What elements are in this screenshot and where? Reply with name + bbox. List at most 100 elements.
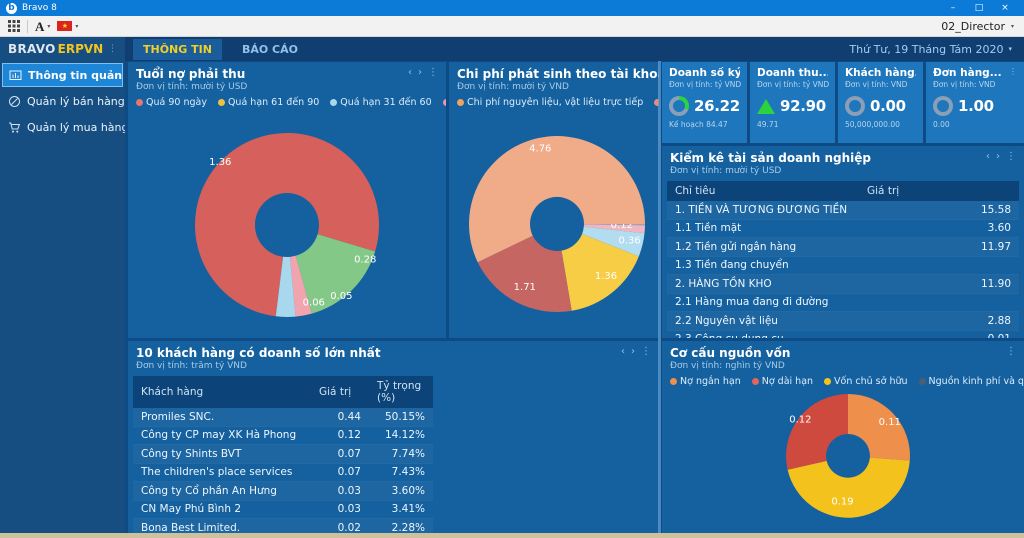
content-scrollbar[interactable] (658, 61, 661, 533)
sidebar-item-label: Quản lý mua hàng (27, 121, 129, 134)
kpi-card-don-hang[interactable]: Đơn hàng... ⋮ Đơn vị tính: VND 1.00 0.00 (926, 62, 1024, 143)
table-row[interactable]: The children's place services0.077.43% (133, 463, 433, 482)
next-page-icon[interactable]: › (996, 151, 1000, 163)
kpi-card-doanh-thu[interactable]: Doanh thu... ⋮ Đơn vị tính: tỷ VND 92.90… (750, 62, 835, 143)
table-row[interactable]: 2.2 Nguyên vật liệu2.88 (667, 312, 1019, 331)
legend-label: Quá hạn 31 đến 60 (340, 97, 431, 108)
panel-title: Cơ cấu nguồn vốn (670, 346, 790, 360)
table-row[interactable]: CN May Phú Bình 20.033.41% (133, 500, 433, 519)
panel-controls: ⋮ (1006, 346, 1016, 358)
donut-label: 0.05 (330, 291, 352, 302)
sidebar-menu-icon[interactable]: ⋮ (108, 44, 117, 54)
maximize-icon[interactable]: □ (966, 0, 992, 16)
kpi-card-doanh-so-ky[interactable]: Doanh số ký ⋮ Đơn vị tính: tỷ VND 26.22 … (662, 62, 747, 143)
kpi-menu-icon[interactable]: ⋮ (1006, 67, 1017, 76)
font-button[interactable]: A ▾ (35, 20, 50, 33)
font-icon: A (35, 20, 44, 33)
tab-bao-cao[interactable]: BÁO CÁO (232, 39, 308, 60)
close-icon[interactable]: × (992, 0, 1018, 16)
table-row[interactable]: 2.1 Hàng mua đang đi đường (667, 293, 1019, 312)
legend-item[interactable]: Quá hạn 1 đến 30 (443, 97, 446, 108)
donut-slice[interactable] (788, 458, 910, 518)
table-cell: 1.1 Tiền mặt (667, 219, 859, 238)
donut-label: 1.71 (514, 282, 536, 293)
prev-page-icon[interactable]: ‹ (986, 151, 990, 163)
window-title: Bravo 8 (22, 3, 57, 13)
sidebar-item-quan-ly-mua-hang[interactable]: Quản lý mua hàng (2, 115, 123, 139)
table-row[interactable]: 1.2 Tiền gửi ngân hàng11.97 (667, 238, 1019, 257)
panel-menu-icon[interactable]: ⋮ (428, 67, 438, 79)
panel-menu-icon[interactable]: ⋮ (641, 346, 651, 358)
column-header[interactable]: Chỉ tiêu (667, 181, 859, 201)
donut-label: 0.11 (879, 417, 901, 428)
legend-item[interactable]: Quá hạn 31 đến 60 (330, 97, 431, 108)
panel-unit: Đơn vị tính: mười tỷ USD (128, 81, 446, 92)
kpi-card-khach-hang[interactable]: Khách hàng... ⋮ Đơn vị tính: VND 0.00 50… (838, 62, 923, 143)
table-cell: 7.43% (369, 463, 433, 482)
column-header[interactable]: Giá trị (311, 376, 369, 408)
table-row[interactable]: Công ty Shints BVT0.077.74% (133, 445, 433, 464)
column-header[interactable]: Giá trị (859, 181, 1019, 201)
kpi-value: 0.00 (870, 97, 906, 115)
kpi-main: 92.90 (757, 96, 828, 116)
table-cell: 14.12% (369, 426, 433, 445)
panel-capital-structure: Cơ cấu nguồn vốn ⋮ Đơn vị tính: nghìn tỷ… (662, 341, 1024, 533)
date-selector[interactable]: Thứ Tư, 19 Tháng Tám 2020 ▾ (849, 43, 1016, 56)
table-row[interactable]: Bona Best Limited.0.022.28% (133, 519, 433, 534)
table-row[interactable]: 2. HÀNG TỒN KHO11.90 (667, 275, 1019, 294)
panel-unit: Đơn vị tính: mười tỷ USD (662, 165, 1024, 176)
brand-erpvn: ERPVN (58, 42, 104, 56)
table-row[interactable]: 1.1 Tiền mặt3.60 (667, 219, 1019, 238)
table-cell: 0.02 (311, 519, 369, 534)
table-row[interactable]: Công ty CP may XK Hà Phong0.1214.12% (133, 426, 433, 445)
donut-label: 1.36 (595, 271, 617, 282)
legend-dot-icon (457, 99, 464, 106)
table-cell (859, 256, 1019, 275)
legend-dot-icon (330, 99, 337, 106)
legend-item[interactable]: Quá 90 ngày (136, 97, 207, 108)
table-cell: 2.28% (369, 519, 433, 534)
table-cell: 0.12 (311, 426, 369, 445)
chevron-down-icon: ▾ (1008, 45, 1012, 53)
table-cell: 0.03 (311, 482, 369, 501)
table-cell: 3.60% (369, 482, 433, 501)
sidebar-item-thong-tin-quan-tri[interactable]: Thông tin quản trị (2, 63, 123, 87)
assets-table: Chỉ tiêuGiá trị1. TIỀN VÀ TƯƠNG ĐƯƠNG TI… (667, 181, 1019, 338)
minimize-icon[interactable]: – (940, 0, 966, 16)
table-cell: Công ty Shints BVT (133, 445, 311, 464)
donut-label: 0.12 (789, 414, 811, 425)
donut-slice[interactable] (786, 394, 848, 470)
prev-page-icon[interactable]: ‹ (621, 346, 625, 358)
table-row[interactable]: 2.3 Công cụ dụng cụ0.01 (667, 330, 1019, 338)
legend-item[interactable]: Chi phí nguyên liệu, vật liệu trực tiếp (457, 97, 643, 108)
prev-page-icon[interactable]: ‹ (408, 67, 412, 79)
table-row[interactable]: Promiles SNC.0.4450.15% (133, 408, 433, 426)
language-button[interactable]: ★ ▾ (57, 21, 78, 31)
panel-menu-icon[interactable]: ⋮ (1006, 346, 1016, 358)
user-dropdown[interactable]: 02_Director ▾ (941, 20, 1016, 33)
column-header[interactable]: Tỷ trọng (%) (369, 376, 433, 408)
next-page-icon[interactable]: › (631, 346, 635, 358)
kpi-title: Khách hàng... (845, 67, 916, 79)
toolbar-separator (27, 20, 28, 33)
capital-donut-chart: 0.110.190.12 (662, 381, 1024, 531)
table-row[interactable]: 1. TIỀN VÀ TƯƠNG ĐƯƠNG TIỀN15.58 (667, 201, 1019, 219)
kpi-value: 26.22 (694, 97, 740, 115)
panel-header: Cơ cấu nguồn vốn ⋮ (662, 341, 1024, 360)
ring-icon (845, 96, 865, 116)
table-cell: 0.07 (311, 463, 369, 482)
panel-unit: Đơn vị tính: mười tỷ VND (449, 81, 659, 92)
customers-table: Khách hàngGiá trịTỷ trọng (%)Promiles SN… (133, 376, 433, 533)
next-page-icon[interactable]: › (418, 67, 422, 79)
apps-grid-icon[interactable] (8, 20, 20, 32)
panel-title: Chi phí phát sinh theo tài khoản (457, 67, 659, 81)
tab-thong-tin[interactable]: THÔNG TIN (133, 39, 222, 60)
sidebar-item-quan-ly-ban-hang[interactable]: Quản lý bán hàng (2, 89, 123, 113)
percent-circle-icon (8, 95, 21, 108)
legend-item[interactable]: Quá hạn 61 đến 90 (218, 97, 319, 108)
table-row[interactable]: Công ty Cổ phần An Hưng0.033.60% (133, 482, 433, 501)
panel-menu-icon[interactable]: ⋮ (1006, 151, 1016, 163)
table-row[interactable]: 1.3 Tiền đang chuyển (667, 256, 1019, 275)
column-header[interactable]: Khách hàng (133, 376, 311, 408)
donut-label: 0.28 (354, 254, 376, 265)
